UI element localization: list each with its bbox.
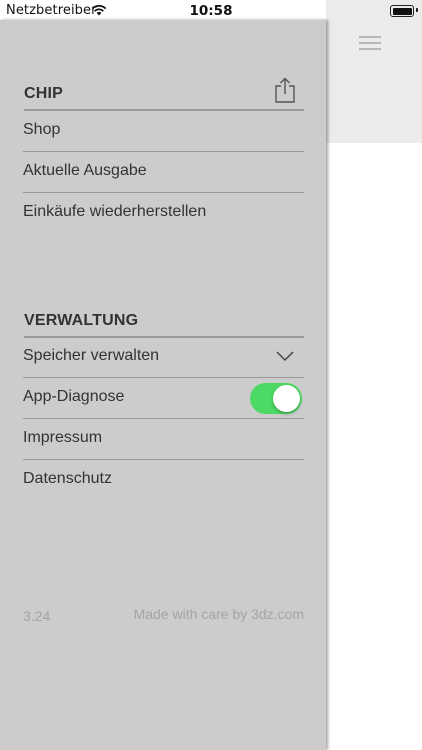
menu-item-speicher-verwalten[interactable]: Speicher verwalten xyxy=(23,337,304,378)
share-icon[interactable] xyxy=(274,77,296,103)
status-bar: Netzbetreiber 10:58 xyxy=(0,0,422,20)
section-title: VERWALTUNG xyxy=(24,312,139,329)
app-version: 3.24 xyxy=(23,608,51,624)
menu-item-einkaeufe-wiederherstellen[interactable]: Einkäufe wiederherstellen xyxy=(23,193,304,233)
menu-item-impressum[interactable]: Impressum xyxy=(23,419,304,460)
app-diagnose-toggle[interactable] xyxy=(250,383,302,414)
menu-item-app-diagnose[interactable]: App-Diagnose xyxy=(23,378,304,419)
section-header-verwaltung: VERWALTUNG xyxy=(24,302,304,338)
content-panel-header xyxy=(326,0,422,143)
menu-item-aktuelle-ausgabe[interactable]: Aktuelle Ausgabe xyxy=(23,152,304,193)
menu-item-label: Aktuelle Ausgabe xyxy=(23,162,147,179)
hamburger-menu-icon[interactable] xyxy=(359,36,381,50)
chevron-down-icon[interactable] xyxy=(276,350,294,362)
battery-tip xyxy=(416,8,418,12)
menu-item-label: Einkäufe wiederherstellen xyxy=(23,203,207,220)
status-time: 10:58 xyxy=(189,3,233,19)
section-title: CHIP xyxy=(24,85,64,102)
menu-item-label: Datenschutz xyxy=(23,470,112,487)
menu-item-label: App-Diagnose xyxy=(23,388,125,405)
section-header-chip: CHIP xyxy=(24,75,304,111)
side-menu-drawer: CHIP Shop Aktuelle Ausgabe Einkäufe wied… xyxy=(0,20,326,750)
menu-item-shop[interactable]: Shop xyxy=(23,111,304,152)
toggle-knob xyxy=(273,385,300,412)
menu-item-label: Speicher verwalten xyxy=(23,347,160,364)
credit-link[interactable]: Made with care by 3dz.com xyxy=(134,606,304,622)
menu-item-label: Shop xyxy=(23,121,61,138)
menu-item-datenschutz[interactable]: Datenschutz xyxy=(23,460,304,500)
battery-icon xyxy=(390,5,414,17)
menu-item-label: Impressum xyxy=(23,429,103,446)
